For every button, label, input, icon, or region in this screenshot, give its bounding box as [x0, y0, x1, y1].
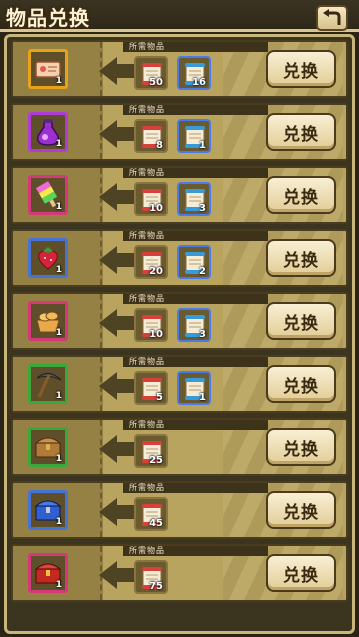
- exchange-button[interactable]: 兑换: [266, 113, 336, 151]
- required-item-slot[interactable]: 10: [134, 308, 168, 342]
- reward-item-count: 1: [55, 454, 62, 464]
- page-title: 物品兑换: [6, 6, 90, 30]
- exchange-row: 所需物品 1 10 3 兑换: [11, 292, 348, 350]
- required-items-label: 所需物品: [129, 105, 165, 114]
- required-item-count: 50: [149, 77, 163, 88]
- exchange-row: 所需物品 1 50 16 兑换: [11, 40, 348, 98]
- exchange-button[interactable]: 兑换: [266, 428, 336, 466]
- required-item-count: 45: [149, 518, 163, 529]
- reward-item-slot[interactable]: 1: [28, 427, 68, 467]
- exchange-row: 所需物品 1 5 1 兑换: [11, 355, 348, 413]
- reward-item-count: 1: [55, 202, 62, 212]
- exchange-button[interactable]: 兑换: [266, 302, 336, 340]
- exchange-arrow-icon: [99, 309, 117, 337]
- exchange-row: 所需物品 1 8 1 兑换: [11, 103, 348, 161]
- reward-item-count: 1: [55, 139, 62, 149]
- required-item-count: 25: [149, 455, 163, 466]
- required-items-label: 所需物品: [129, 168, 165, 177]
- reward-item-slot[interactable]: 1: [28, 364, 68, 404]
- required-item-slot[interactable]: 3: [177, 182, 211, 216]
- reward-item-slot[interactable]: 1: [28, 112, 68, 152]
- required-item-slot[interactable]: 10: [134, 182, 168, 216]
- exchange-arrow-icon: [99, 246, 117, 274]
- required-item-count: 16: [192, 77, 206, 88]
- reward-item-slot[interactable]: 1: [28, 49, 68, 89]
- required-item-slot[interactable]: 45: [134, 497, 168, 531]
- reward-item-count: 1: [55, 265, 62, 275]
- required-items-label: 所需物品: [129, 357, 165, 366]
- required-item-count: 1: [199, 140, 206, 151]
- reward-item-slot[interactable]: 1: [28, 175, 68, 215]
- exchange-button[interactable]: 兑换: [266, 176, 336, 214]
- required-items-label: 所需物品: [129, 294, 165, 303]
- required-item-slot[interactable]: 1: [177, 119, 211, 153]
- exchange-button[interactable]: 兑换: [266, 50, 336, 88]
- reward-item-slot[interactable]: 1: [28, 301, 68, 341]
- reward-item-count: 1: [55, 328, 62, 338]
- exchange-arrow-icon: [99, 435, 117, 463]
- exchange-button[interactable]: 兑换: [266, 239, 336, 277]
- reward-item-slot[interactable]: 1: [28, 490, 68, 530]
- return-arrow-icon: [323, 9, 341, 25]
- exchange-button[interactable]: 兑换: [266, 491, 336, 529]
- reward-item-count: 1: [55, 580, 62, 590]
- required-item-count: 5: [156, 392, 163, 403]
- required-item-count: 1: [199, 392, 206, 403]
- exchange-arrow-icon: [99, 561, 117, 589]
- required-item-count: 3: [199, 203, 206, 214]
- required-item-count: 8: [156, 140, 163, 151]
- required-item-slot[interactable]: 5: [134, 371, 168, 405]
- required-items-label: 所需物品: [129, 483, 165, 492]
- exchange-row: 所需物品 1 75 兑换: [11, 544, 348, 602]
- required-items-label: 所需物品: [129, 231, 165, 240]
- required-items-label: 所需物品: [129, 546, 165, 555]
- required-items-label: 所需物品: [129, 420, 165, 429]
- required-item-slot[interactable]: 8: [134, 119, 168, 153]
- reward-item-slot[interactable]: 1: [28, 553, 68, 593]
- header-bar: 物品兑换: [0, 0, 359, 34]
- exchange-row: 所需物品 1 45 兑换: [11, 481, 348, 539]
- exchange-arrow-icon: [99, 183, 117, 211]
- required-item-count: 75: [149, 581, 163, 592]
- required-item-slot[interactable]: 3: [177, 308, 211, 342]
- required-item-slot[interactable]: 16: [177, 56, 211, 90]
- required-item-count: 10: [149, 329, 163, 340]
- reward-item-count: 1: [55, 517, 62, 527]
- reward-item-slot[interactable]: 1: [28, 238, 68, 278]
- required-item-count: 10: [149, 203, 163, 214]
- required-item-count: 2: [199, 266, 206, 277]
- required-item-slot[interactable]: 50: [134, 56, 168, 90]
- exchange-button[interactable]: 兑换: [266, 365, 336, 403]
- required-item-slot[interactable]: 75: [134, 560, 168, 594]
- required-item-slot[interactable]: 20: [134, 245, 168, 279]
- exchange-row: 所需物品 1 20 2 兑换: [11, 229, 348, 287]
- reward-item-count: 1: [55, 76, 62, 86]
- exchange-button[interactable]: 兑换: [266, 554, 336, 592]
- reward-item-count: 1: [55, 391, 62, 401]
- required-item-slot[interactable]: 2: [177, 245, 211, 279]
- title-divider: [0, 29, 359, 32]
- exchange-arrow-icon: [99, 498, 117, 526]
- required-item-slot[interactable]: 1: [177, 371, 211, 405]
- exchange-arrow-icon: [99, 120, 117, 148]
- required-item-count: 20: [149, 266, 163, 277]
- required-item-count: 3: [199, 329, 206, 340]
- exchange-row: 所需物品 1 10 3 兑换: [11, 166, 348, 224]
- exchange-row: 所需物品 1 25 兑换: [11, 418, 348, 476]
- back-button[interactable]: [316, 5, 348, 31]
- exchange-arrow-icon: [99, 372, 117, 400]
- exchange-arrow-icon: [99, 57, 117, 85]
- required-items-label: 所需物品: [129, 42, 165, 51]
- required-item-slot[interactable]: 25: [134, 434, 168, 468]
